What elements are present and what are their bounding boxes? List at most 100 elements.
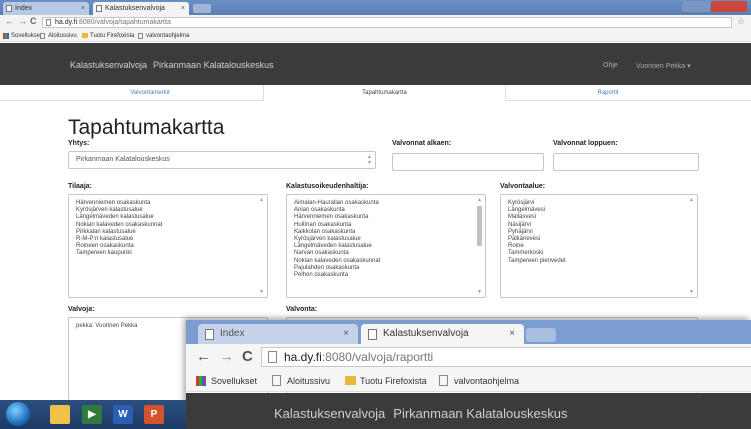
page-title: Tapahtumakartta — [68, 116, 225, 139]
close-icon[interactable]: × — [343, 324, 349, 344]
app-navbar: Kalastuksenvalvoja Pirkanmaan Kalatalousk… — [0, 43, 751, 85]
list-item[interactable]: Kyrösjärven kalastusalue — [76, 207, 267, 214]
brand[interactable]: Kalastuksenvalvoja Pirkanmaan Kalatalousk… — [70, 60, 274, 70]
list-item[interactable]: Nokian kalaveden osakaskunnat — [76, 222, 267, 229]
new-tab-button[interactable] — [193, 4, 211, 13]
bookmark-valvontaohjelma[interactable]: valvontaohjelma — [439, 370, 519, 392]
front-tab-index[interactable]: Index × — [198, 324, 358, 344]
screen: Index × Kalastuksenvalvoja × ← → C ha.dy… — [0, 0, 751, 429]
scroll-up-icon[interactable]: ▲ — [259, 197, 264, 203]
list-item[interactable]: Näsijärvi — [508, 222, 697, 229]
folder-icon — [82, 33, 88, 38]
media-player-icon[interactable]: ▶ — [82, 405, 102, 424]
scrollbar[interactable]: ▲ ▼ — [476, 197, 483, 295]
list-item[interactable]: Längelmävesi — [508, 207, 697, 214]
tilaaja-label: Tilaaja: — [68, 183, 92, 190]
tab-tapahtumakartta[interactable]: Tapahtumakartta — [263, 85, 506, 101]
back-bookmarks-bar: Sovellukset Aloitussivu Tuotu Firefoxist… — [0, 30, 751, 42]
bookmark-star-icon[interactable]: ☆ — [737, 16, 745, 27]
front-tab-kalastuksenvalvoja[interactable]: Kalastuksenvalvoja × — [361, 324, 524, 344]
start-button[interactable] — [6, 402, 30, 426]
list-item[interactable]: Härvenniemen osakaskunta — [76, 200, 267, 207]
list-item[interactable]: Pajulahden osakaskunta — [294, 265, 485, 272]
back-arrow-icon[interactable]: ← — [5, 16, 14, 26]
back-tab-index[interactable]: Index × — [3, 2, 89, 15]
scroll-down-icon[interactable]: ▼ — [477, 289, 482, 295]
brand[interactable]: Kalastuksenvalvoja Pirkanmaan Kalatalousk… — [274, 406, 567, 421]
scroll-up-icon[interactable]: ▲ — [477, 197, 482, 203]
tab-valvontamerkit[interactable]: Valvontamerkit — [40, 85, 260, 101]
scrollbar-thumb[interactable] — [477, 206, 482, 246]
list-item[interactable]: Huitinan osakaskunta — [294, 222, 485, 229]
list-item[interactable]: R-M-P:n kalastusalue — [76, 236, 267, 243]
scrollbar[interactable]: ▲ ▼ — [258, 197, 265, 295]
user-menu[interactable]: Vuorinen Pekka ▾ — [636, 62, 691, 70]
list-item[interactable]: Roine — [508, 243, 697, 250]
list-item[interactable]: Längelmäveden kalastusalue — [76, 214, 267, 221]
page-icon — [268, 351, 277, 363]
window-close-button[interactable] — [711, 1, 747, 12]
bookmark-aloitussivu[interactable]: Aloitussivu — [272, 370, 330, 392]
list-item[interactable]: Mallasvesi — [508, 214, 697, 221]
end-date-input[interactable] — [553, 153, 699, 171]
bookmark-aloitussivu[interactable]: Aloitussivu — [40, 30, 77, 42]
list-item[interactable]: Tampereen kaupunki — [76, 250, 267, 257]
list-item[interactable]: Längelmäveden kalastusalue — [294, 243, 485, 250]
back-tab-strip: Index × Kalastuksenvalvoja × — [0, 0, 751, 15]
url-host: ha.dy.fi — [284, 350, 322, 364]
bookmark-tuotu-firefoxista[interactable]: Tuotu Firefoxista — [345, 370, 427, 392]
url-path: :8080/valvoja/tapahtumakartta — [77, 19, 171, 26]
scrollbar[interactable]: ▲ ▼ — [688, 197, 695, 295]
list-item[interactable]: Tampereen pienvedet — [508, 258, 697, 265]
haltija-list[interactable]: Aimalan-Haurallan osakaskunta Anian osak… — [286, 194, 486, 298]
list-item[interactable]: Narvan osakaskunta — [294, 250, 485, 257]
bookmark-valvontaohjelma[interactable]: valvontaohjelma — [138, 30, 189, 42]
scroll-down-icon[interactable]: ▼ — [259, 289, 264, 295]
list-item[interactable]: Anian osakaskunta — [294, 207, 485, 214]
powerpoint-icon[interactable]: P — [144, 405, 164, 424]
valvontaalue-list[interactable]: Kyrösjärvi Längelmävesi Mallasvesi Näsij… — [500, 194, 698, 298]
scroll-down-icon[interactable]: ▼ — [689, 289, 694, 295]
scroll-up-icon[interactable]: ▲ — [689, 197, 694, 203]
list-item[interactable]: Nokian kalaveden osakaskunnat — [294, 258, 485, 265]
address-bar[interactable]: ha.dy.fi:8080/valvoja/tapahtumakartta — [42, 17, 732, 28]
close-icon[interactable]: × — [81, 2, 85, 15]
bookmark-apps[interactable]: Sovellukset — [196, 370, 257, 392]
yhtys-select[interactable]: Pirkanmaan Kalatalouskeskus ▲ ▼ — [68, 151, 376, 169]
explorer-icon[interactable] — [50, 405, 70, 424]
page-icon — [205, 329, 214, 340]
reload-icon[interactable]: C — [242, 348, 253, 365]
window-minimize-button[interactable] — [682, 1, 710, 12]
forward-arrow-icon[interactable]: → — [18, 16, 27, 26]
new-tab-button[interactable] — [526, 328, 556, 342]
close-icon[interactable]: × — [509, 324, 515, 344]
list-item[interactable]: Aimalan-Haurallan osakaskunta — [294, 200, 485, 207]
start-date-input[interactable] — [392, 153, 544, 171]
list-item[interactable]: Kaikkolan osakaskunta — [294, 229, 485, 236]
reload-icon[interactable]: C — [30, 16, 37, 26]
list-item[interactable]: Tammerkoski — [508, 250, 697, 257]
tab-raportit[interactable]: Raportit — [508, 85, 708, 101]
sub-navigation: Valvontamerkit Tapahtumakartta Raportit — [0, 85, 751, 101]
list-item[interactable]: Roineen osakaskunta — [76, 243, 267, 250]
list-item[interactable]: Pelhon osakaskunta — [294, 272, 485, 279]
tab-label: Index — [220, 328, 245, 339]
back-tab-kalastuksenvalvoja[interactable]: Kalastuksenvalvoja × — [93, 2, 189, 15]
forward-arrow-icon[interactable]: → — [219, 348, 234, 365]
list-item[interactable]: Pirkkalan kalastusalue — [76, 229, 267, 236]
list-item[interactable]: Kyrösjärvi — [508, 200, 697, 207]
list-item[interactable]: Härvenniemen osakaskunta — [294, 214, 485, 221]
list-item[interactable]: Pyhäjärvi — [508, 229, 697, 236]
back-arrow-icon[interactable]: ← — [196, 348, 211, 365]
help-link[interactable]: Ohje — [603, 62, 618, 69]
page-icon — [138, 33, 143, 39]
word-icon[interactable]: W — [113, 405, 133, 424]
url-host: ha.dy.fi — [55, 19, 78, 26]
tilaaja-list[interactable]: Härvenniemen osakaskunta Kyrösjärven kal… — [68, 194, 268, 298]
list-item[interactable]: Pälkänevesi — [508, 236, 697, 243]
bookmark-tuotu-firefoxista[interactable]: Tuotu Firefoxista — [82, 30, 134, 42]
close-icon[interactable]: × — [181, 2, 185, 15]
bookmark-apps[interactable]: Sovellukset — [3, 30, 42, 42]
list-item[interactable]: Kyrösjärven kalastusalue — [294, 236, 485, 243]
address-bar[interactable]: ha.dy.fi:8080/valvoja/raportti — [261, 347, 751, 367]
